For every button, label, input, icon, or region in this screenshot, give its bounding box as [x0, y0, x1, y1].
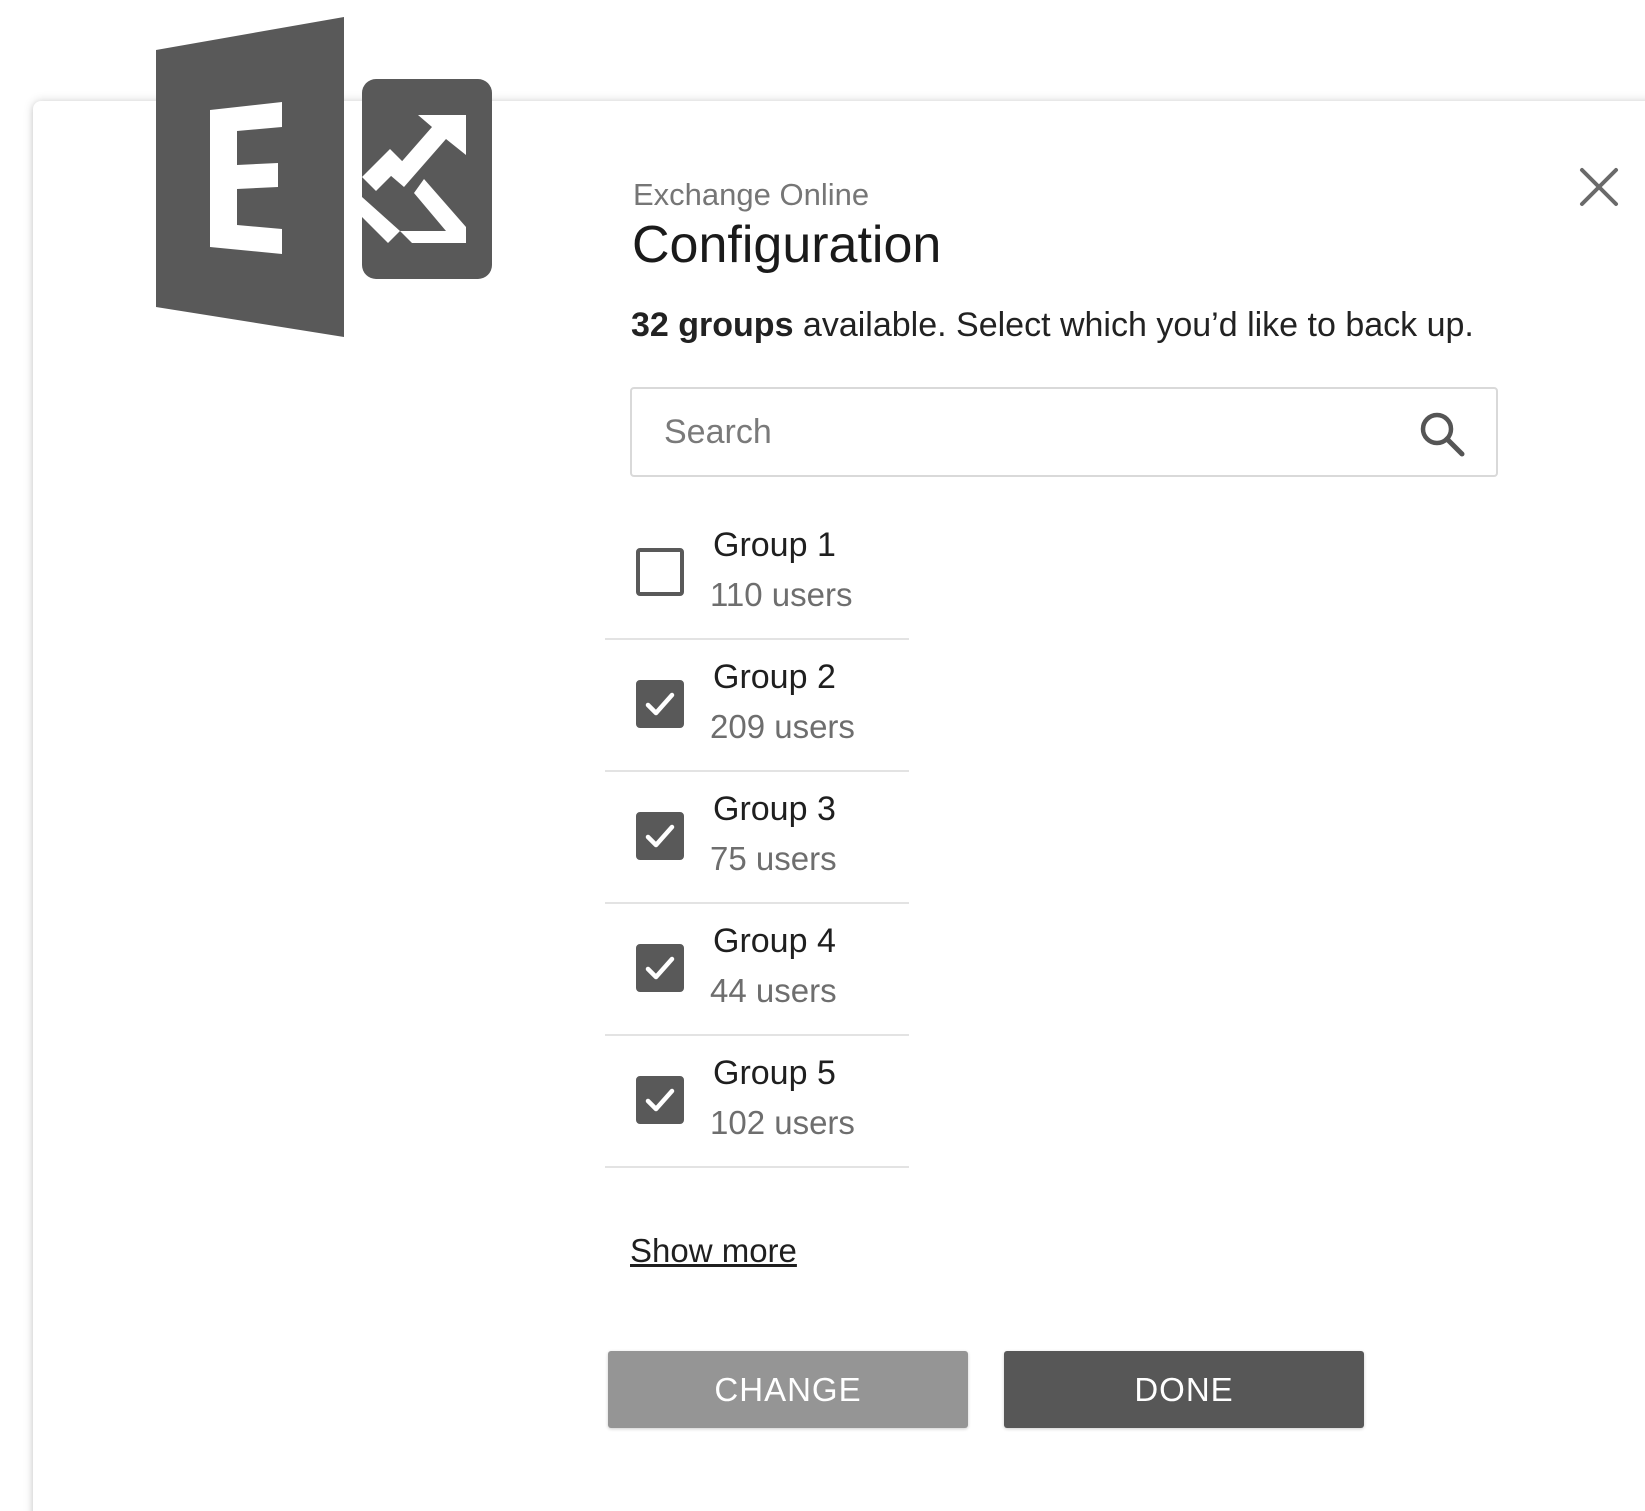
group-row[interactable]: Group 1 110 users	[605, 508, 909, 640]
groups-count: 32 groups	[631, 306, 794, 344]
exchange-logo-icon	[156, 17, 492, 337]
group-row[interactable]: Group 2 209 users	[605, 640, 909, 772]
checkmark-icon	[645, 824, 675, 848]
search-input[interactable]	[664, 389, 1404, 475]
search-icon[interactable]	[1417, 409, 1467, 459]
group-row[interactable]: Group 5 102 users	[605, 1036, 909, 1168]
group-list: Group 1 110 users Group 2 209 users Grou…	[605, 508, 909, 1168]
done-button[interactable]: DONE	[1004, 1351, 1364, 1428]
checkmark-icon	[645, 956, 675, 980]
service-name: Exchange Online	[633, 177, 870, 212]
group-user-count: 209 users	[710, 708, 855, 745]
group-checkbox[interactable]	[636, 812, 684, 860]
group-name: Group 4	[713, 922, 836, 960]
groups-summary: 32 groups available. Select which you’d …	[631, 306, 1474, 345]
group-checkbox[interactable]	[636, 1076, 684, 1124]
group-name: Group 5	[713, 1054, 836, 1092]
group-user-count: 75 users	[710, 840, 837, 877]
group-name: Group 3	[713, 790, 836, 828]
checkmark-icon	[645, 1088, 675, 1112]
group-user-count: 44 users	[710, 972, 837, 1009]
show-more-link[interactable]: Show more	[630, 1232, 797, 1270]
group-row[interactable]: Group 3 75 users	[605, 772, 909, 904]
close-icon[interactable]	[1574, 162, 1624, 212]
group-row[interactable]: Group 4 44 users	[605, 904, 909, 1036]
page: Exchange Online Configuration 32 groups …	[0, 0, 1645, 1511]
group-user-count: 102 users	[710, 1104, 855, 1141]
search-box[interactable]	[630, 387, 1498, 477]
group-checkbox[interactable]	[636, 944, 684, 992]
page-title: Configuration	[632, 216, 942, 274]
group-checkbox[interactable]	[636, 548, 684, 596]
group-checkbox[interactable]	[636, 680, 684, 728]
change-button[interactable]: CHANGE	[608, 1351, 968, 1428]
summary-text: available. Select which you’d like to ba…	[793, 306, 1474, 344]
checkmark-icon	[645, 692, 675, 716]
group-user-count: 110 users	[710, 576, 853, 613]
group-name: Group 1	[713, 526, 836, 564]
group-name: Group 2	[713, 658, 836, 696]
